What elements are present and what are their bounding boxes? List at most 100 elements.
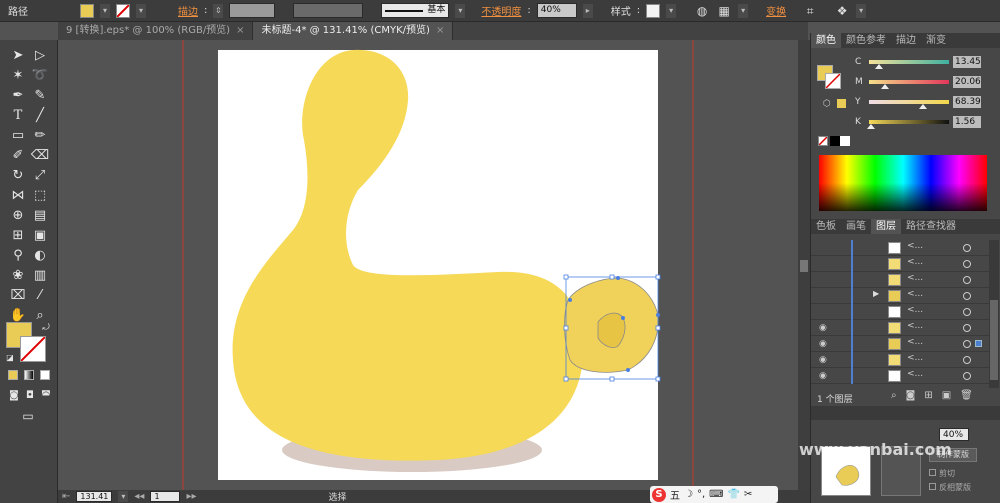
- tools-icon[interactable]: ✂: [744, 489, 752, 500]
- zoom-field[interactable]: 131.41: [76, 491, 113, 502]
- shape-builder-tool-icon[interactable]: ⊕: [8, 206, 28, 226]
- cyan-track[interactable]: [869, 60, 949, 69]
- tab-document-2[interactable]: 未标题-4* @ 131.41% (CMYK/预览) ×: [253, 22, 454, 40]
- target-circle-icon[interactable]: [963, 308, 971, 316]
- scrollbar-thumb[interactable]: [800, 260, 808, 272]
- opacity-dropdown-arrow[interactable]: ▸: [582, 3, 593, 18]
- tab-close-icon[interactable]: ×: [436, 22, 444, 40]
- black-value[interactable]: 1.56: [953, 116, 981, 128]
- first-artboard-icon[interactable]: ◂◂: [134, 491, 144, 502]
- black-knob[interactable]: [866, 124, 875, 129]
- color-mode-icon[interactable]: [8, 370, 18, 380]
- half-width-icon[interactable]: ☽: [684, 489, 693, 500]
- stroke-dropdown-arrow[interactable]: ▾: [136, 3, 146, 18]
- white-swatch[interactable]: [840, 136, 850, 146]
- layer-row[interactable]: ◉ <...: [811, 336, 989, 352]
- perspective-grid-tool-icon[interactable]: ▤: [30, 206, 50, 226]
- blend-tool-icon[interactable]: ◐: [30, 246, 50, 266]
- tab-pathfinder[interactable]: 路径查找器: [901, 219, 961, 234]
- anchor-point[interactable]: [621, 316, 625, 320]
- black-swatch[interactable]: [830, 136, 840, 146]
- expand-arrow-icon[interactable]: ▶: [873, 289, 879, 298]
- stroke-link[interactable]: 描边: [178, 3, 198, 18]
- visibility-eye-icon[interactable]: ◉: [819, 322, 831, 334]
- layer-name[interactable]: <...: [907, 241, 923, 251]
- graphic-style-arrow[interactable]: ▾: [666, 3, 677, 18]
- fill-swatch[interactable]: [80, 3, 94, 18]
- pencil-tool-icon[interactable]: ✐: [8, 146, 28, 166]
- artboard-nav-icon[interactable]: ⇤: [62, 491, 70, 502]
- arrange-arrow[interactable]: ▾: [856, 3, 867, 18]
- zoom-dropdown-arrow[interactable]: ▾: [118, 491, 129, 502]
- type-tool-icon[interactable]: T: [8, 106, 28, 126]
- magenta-knob[interactable]: [881, 84, 889, 89]
- isolate-group-icon[interactable]: ⌗: [802, 3, 818, 19]
- recolor-artwork-icon[interactable]: ◍: [694, 3, 710, 19]
- yellow-track[interactable]: [869, 100, 949, 109]
- artwork-canvas[interactable]: [58, 40, 798, 490]
- brush-profile-field[interactable]: 基本: [381, 3, 450, 18]
- sogou-logo-icon[interactable]: S: [652, 487, 666, 502]
- tab-document-1[interactable]: 9 [转换].eps* @ 100% (RGB/预览) ×: [58, 22, 254, 40]
- ime-mode-label[interactable]: 五: [670, 487, 680, 502]
- none-swatch[interactable]: [818, 136, 828, 146]
- keyboard-icon[interactable]: ⌨: [709, 489, 723, 500]
- bounding-box-handle[interactable]: [655, 376, 661, 382]
- cyan-knob[interactable]: [875, 64, 884, 69]
- magic-wand-tool-icon[interactable]: ✶: [8, 66, 28, 86]
- eraser-tool-icon[interactable]: ⌫: [30, 146, 50, 166]
- anchor-point[interactable]: [616, 276, 620, 280]
- layer-name[interactable]: <...: [907, 353, 923, 363]
- stroke-swatch[interactable]: [116, 3, 130, 18]
- layer-row[interactable]: <...: [811, 272, 989, 288]
- target-circle-icon[interactable]: [963, 276, 971, 284]
- punctuation-icon[interactable]: °,: [697, 489, 705, 500]
- visibility-eye-icon[interactable]: [819, 290, 831, 302]
- anchor-point[interactable]: [626, 368, 630, 372]
- layers-scrollbar[interactable]: [989, 240, 999, 388]
- yellow-value[interactable]: 68.39: [953, 96, 981, 108]
- target-circle-icon[interactable]: [963, 340, 971, 348]
- canvas-area[interactable]: [58, 40, 798, 490]
- yellow-slider[interactable]: Y 68.39: [855, 95, 1000, 109]
- opacity-link[interactable]: 不透明度: [481, 3, 521, 18]
- curvature-tool-icon[interactable]: ✎: [30, 86, 50, 106]
- black-slider[interactable]: K 1.56: [855, 115, 1000, 129]
- skin-icon[interactable]: 👕: [728, 489, 740, 500]
- target-circle-icon[interactable]: [963, 244, 971, 252]
- artboard-page-field[interactable]: 1: [150, 491, 181, 502]
- visibility-eye-icon[interactable]: ◉: [819, 370, 831, 382]
- bounding-box-handle[interactable]: [563, 376, 569, 382]
- target-circle-icon[interactable]: [963, 372, 971, 380]
- layer-name[interactable]: <...: [907, 337, 923, 347]
- magenta-value[interactable]: 20.06: [953, 76, 981, 88]
- variable-width-profile[interactable]: [293, 3, 364, 18]
- rectangle-tool-icon[interactable]: ▭: [8, 126, 28, 146]
- layer-row[interactable]: <...: [811, 240, 989, 256]
- target-circle-icon[interactable]: [963, 356, 971, 364]
- visibility-eye-icon[interactable]: ◉: [819, 338, 831, 350]
- magenta-track[interactable]: [869, 80, 949, 89]
- visibility-eye-icon[interactable]: [819, 242, 831, 254]
- swap-fill-stroke-icon[interactable]: ⤾: [36, 318, 56, 338]
- yellow-knob[interactable]: [919, 104, 928, 109]
- pen-tool-icon[interactable]: ✒: [8, 86, 28, 106]
- layer-row[interactable]: ◉ <...: [811, 352, 989, 368]
- tab-stroke[interactable]: 描边: [891, 33, 921, 48]
- gamut-color-chip[interactable]: [837, 99, 846, 108]
- target-circle-icon[interactable]: [963, 260, 971, 268]
- visibility-eye-icon[interactable]: [819, 274, 831, 286]
- direct-selection-tool-icon[interactable]: ▷: [30, 46, 50, 66]
- layer-name[interactable]: <...: [907, 273, 923, 283]
- draw-inside-icon[interactable]: ◚: [36, 386, 56, 406]
- panel-stroke-swatch[interactable]: [825, 73, 841, 89]
- align-grid-icon[interactable]: ▦: [716, 3, 732, 19]
- layer-name[interactable]: <...: [907, 305, 923, 315]
- selected-art-indicator[interactable]: [975, 340, 982, 347]
- selection-tool-icon[interactable]: ➤: [8, 46, 28, 66]
- symbol-sprayer-tool-icon[interactable]: ❀: [8, 266, 28, 286]
- stroke-color-box[interactable]: [20, 336, 46, 362]
- cyan-value[interactable]: 13.45: [953, 56, 981, 68]
- layer-name[interactable]: <...: [907, 369, 923, 379]
- layer-row[interactable]: ▶ <...: [811, 288, 989, 304]
